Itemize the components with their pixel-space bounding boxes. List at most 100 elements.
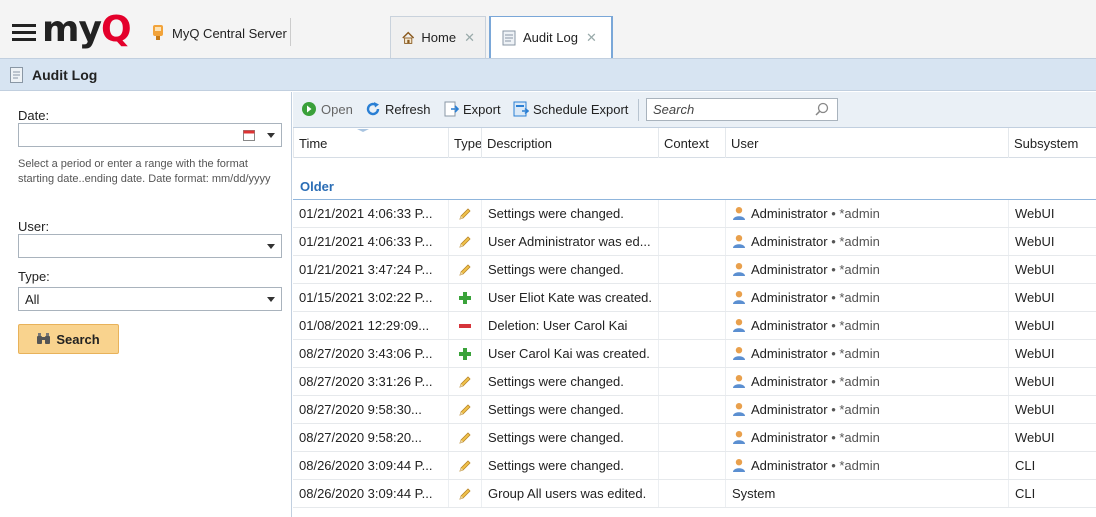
export-label: Export [463,101,501,117]
type-cell [448,228,481,255]
user-cell: Administrator • *admin [725,368,1008,395]
user-cell: Administrator • *admin [725,200,1008,227]
search-button[interactable]: Search [18,324,119,354]
time-cell: 01/15/2021 3:02:22 P... [299,290,433,305]
table-row[interactable]: 08/27/2020 3:43:06 P... User Carol Kai wa… [293,340,1096,368]
grid-search-box[interactable] [646,98,838,121]
grid-search-input[interactable] [647,99,807,120]
column-header-context[interactable]: Context [658,128,725,158]
context-cell [658,340,725,367]
refresh-icon [366,102,380,116]
export-button[interactable]: Export [443,101,501,117]
table-row[interactable]: 08/27/2020 9:58:30... Settings were chang… [293,396,1096,424]
tab-home-label: Home [421,30,457,45]
pencil-icon [459,235,471,248]
user-icon [733,319,745,332]
calendar-icon[interactable] [243,129,255,141]
tab-audit-log[interactable]: Audit Log ✕ [489,16,613,58]
user-cell: Administrator • *admin [725,312,1008,339]
context-cell [658,228,725,255]
subsystem-cell: WebUI [1008,312,1096,339]
pencil-icon [459,263,471,276]
user-icon [733,263,745,276]
user-name: Administrator [751,262,828,277]
description-cell: Settings were changed. [481,200,658,227]
subsystem-cell: WebUI [1008,284,1096,311]
table-row[interactable]: 01/21/2021 4:06:33 P... User Administrato… [293,228,1096,256]
column-header-type[interactable]: Type [448,128,482,158]
schedule-export-button[interactable]: Schedule Export [513,101,628,117]
table-row[interactable]: 08/26/2020 3:09:44 P... Group All users w… [293,480,1096,508]
page-title: Audit Log [32,67,98,83]
table-row[interactable]: 01/21/2021 3:47:24 P... Settings were cha… [293,256,1096,284]
column-header-time[interactable]: Time [293,128,448,158]
user-icon [733,235,745,248]
refresh-label: Refresh [385,101,431,117]
column-header-user[interactable]: User [725,128,1008,158]
search-icon[interactable] [815,102,829,116]
column-header-description[interactable]: Description [481,128,658,158]
time-cell: 08/27/2020 3:43:06 P... [299,346,433,361]
user-name: Administrator [751,374,828,389]
table-row[interactable]: 08/26/2020 3:09:44 P... Settings were cha… [293,452,1096,480]
user-name: Administrator [751,290,828,305]
type-select[interactable]: All [18,287,282,311]
open-icon [302,102,316,116]
time-cell: 08/27/2020 9:58:20... [299,430,422,445]
grid-header: Time Type Description Context User Subsy… [293,128,1096,158]
refresh-button[interactable]: Refresh [365,101,431,117]
context-cell [658,424,725,451]
user-name: Administrator [751,430,828,445]
table-row[interactable]: 01/21/2021 4:06:33 P... Settings were cha… [293,200,1096,228]
home-icon [402,31,415,44]
open-button[interactable]: Open [301,101,353,117]
chevron-down-icon[interactable] [267,244,275,249]
close-icon[interactable]: ✕ [586,30,597,46]
context-cell [658,256,725,283]
binoculars-icon [37,333,51,344]
date-field[interactable] [18,123,282,147]
type-cell [448,452,481,479]
divider [290,18,291,46]
type-cell [448,368,481,395]
pencil-icon [459,459,471,472]
user-login: • *admin [827,318,880,333]
table-row[interactable]: 08/27/2020 3:31:26 P... Settings were cha… [293,368,1096,396]
export-icon [444,101,459,117]
close-icon[interactable]: ✕ [464,30,475,46]
open-label: Open [321,101,353,117]
minus-icon [459,323,471,328]
description-cell: Settings were changed. [481,424,658,451]
group-header-older[interactable]: Older [293,172,1096,200]
user-select[interactable] [18,234,282,258]
time-cell: 08/27/2020 3:31:26 P... [299,374,433,389]
toolbar-divider [638,99,639,121]
user-name: System [732,486,776,501]
server-icon [153,25,163,40]
myq-logo: myQ [42,9,132,50]
subsystem-cell: WebUI [1008,368,1096,395]
user-icon [733,459,745,472]
user-name: Administrator [751,346,828,361]
description-cell: Group All users was edited. [481,480,658,507]
table-row[interactable]: 01/08/2021 12:29:09... Deletion: User Car… [293,312,1096,340]
plus-icon [459,347,471,360]
user-cell: Administrator • *admin [725,424,1008,451]
chevron-down-icon[interactable] [267,297,275,302]
time-cell: 01/08/2021 12:29:09... [299,318,430,333]
column-header-subsystem[interactable]: Subsystem [1008,128,1096,158]
chevron-down-icon[interactable] [267,133,275,138]
tab-home[interactable]: Home ✕ [390,16,486,58]
context-cell [658,368,725,395]
user-cell: Administrator • *admin [725,340,1008,367]
pencil-icon [459,375,471,388]
table-row[interactable]: 01/15/2021 3:02:22 P... User Eliot Kate w… [293,284,1096,312]
menu-icon[interactable] [12,24,36,41]
user-name: Administrator [751,234,828,249]
top-bar: myQ MyQ Central Server Home ✕ Audit Log … [0,0,1096,58]
table-row[interactable]: 08/27/2020 9:58:20... Settings were chang… [293,424,1096,452]
server-name[interactable]: MyQ Central Server [172,26,287,41]
user-label: User: [18,219,50,234]
description-cell: User Administrator was ed... [481,228,658,255]
schedule-export-label: Schedule Export [533,101,629,117]
